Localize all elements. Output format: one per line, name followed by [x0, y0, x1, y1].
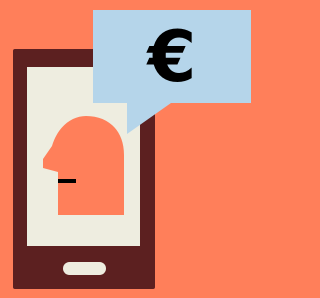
- person-mouth: [58, 179, 76, 183]
- euro-symbol: €: [146, 16, 197, 98]
- phone-home-button: [63, 262, 106, 275]
- smartphone-euro-illustration: €: [0, 0, 262, 298]
